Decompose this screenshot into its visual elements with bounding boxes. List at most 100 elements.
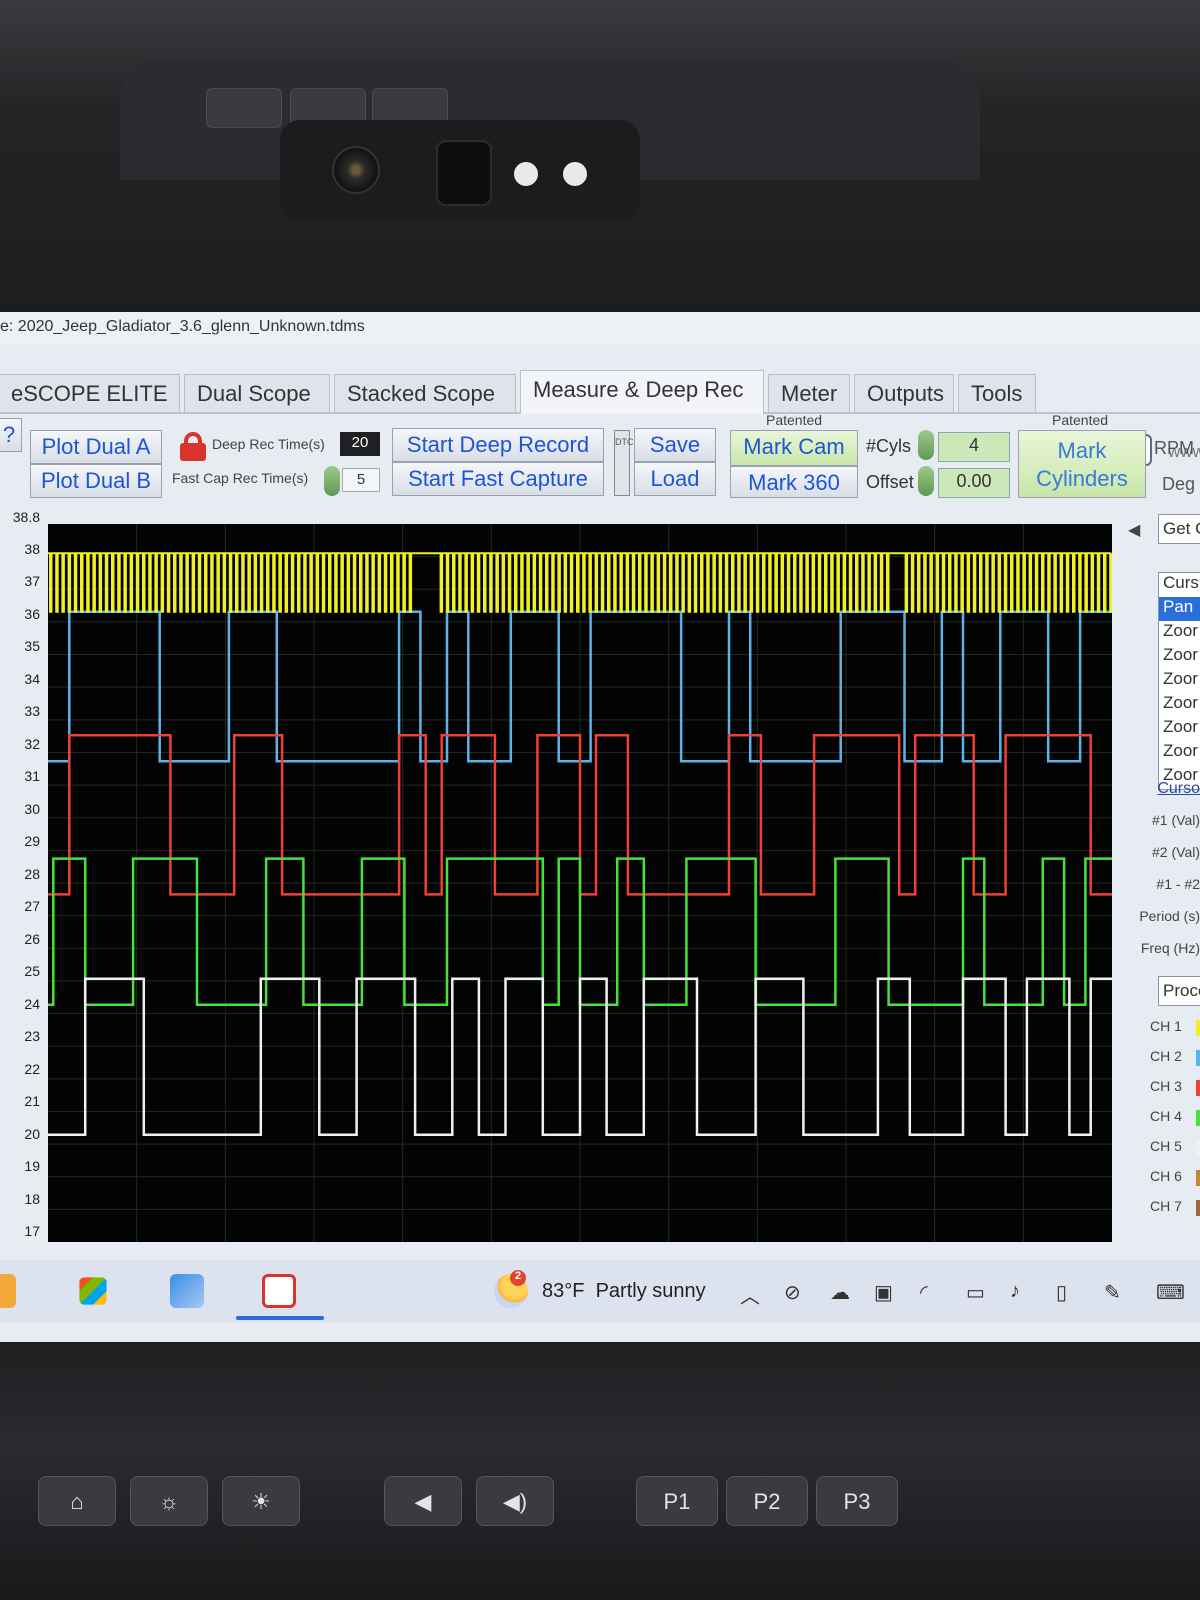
deg-label: Deg <box>1162 474 1196 494</box>
volume-up-icon: ◀) <box>502 1489 528 1514</box>
cursor-readout-label: #1 (Val) <box>1152 812 1200 828</box>
y-axis-tick: 34 <box>24 670 40 687</box>
offset-label: Offset <box>866 472 914 492</box>
camera-lens <box>332 146 380 194</box>
touch-keyboard-icon[interactable]: ⌨ <box>1156 1280 1185 1305</box>
channel-color-swatch[interactable] <box>1196 1140 1200 1156</box>
channel-color-swatch[interactable] <box>1196 1170 1200 1186</box>
right-panel: ◀ Get C CursPanZoorZoorZoorZoorZoorZoorZ… <box>1120 512 1200 1242</box>
y-axis-tick: 17 <box>24 1223 40 1240</box>
tab-stacked-scope[interactable]: Stacked Scope <box>334 374 516 412</box>
cursor-readout-label: Period (s) <box>1139 908 1200 924</box>
channel-label: CH 3 <box>1150 1078 1182 1094</box>
load-button[interactable]: Load <box>634 462 716 496</box>
save-button[interactable]: Save <box>634 428 716 462</box>
home-hw-button[interactable]: ⌂ <box>38 1476 116 1526</box>
cursor-mode-item[interactable]: Pan <box>1159 597 1200 621</box>
plot-dual-a-button[interactable]: Plot Dual A <box>30 430 162 464</box>
indicator-light <box>514 162 538 186</box>
taskbar: 2 83°F Partly sunny ︿ ⊘ ☁ ▣ ◜ ▭ ♪ ▯ ✎ ⌨ <box>0 1260 1200 1322</box>
wifi-icon[interactable]: ◜ <box>920 1280 928 1305</box>
cursor-mode-item[interactable]: Zoor <box>1159 621 1200 645</box>
volume-icon[interactable]: ♪ <box>1010 1280 1020 1303</box>
brightness-down-hw-button[interactable]: ☼ <box>130 1476 208 1526</box>
offset-spinner[interactable] <box>918 466 934 496</box>
start-fast-capture-button[interactable]: Start Fast Capture <box>392 462 604 496</box>
channel-color-swatch[interactable] <box>1196 1110 1200 1126</box>
tab-dual-scope[interactable]: Dual Scope <box>184 374 330 412</box>
cursor-mode-item[interactable]: Zoor <box>1159 693 1200 717</box>
fast-cap-rec-time-field[interactable]: 5 <box>342 468 380 492</box>
onedrive-icon[interactable]: ☁ <box>830 1280 850 1305</box>
process-button[interactable]: Proce <box>1158 976 1200 1006</box>
fast-cap-spinner[interactable] <box>324 466 340 496</box>
cursor-mode-item[interactable]: Zoor <box>1159 645 1200 669</box>
tab-measure-deep-rec[interactable]: Measure & Deep Rec <box>520 370 764 414</box>
channel-label: CH 6 <box>1150 1168 1182 1184</box>
store-icon[interactable] <box>79 1277 107 1305</box>
get-arrow-icon: ◀ <box>1128 522 1141 539</box>
rotate-hw-button[interactable] <box>206 88 282 128</box>
p2-hw-button[interactable]: P2 <box>726 1476 808 1526</box>
y-axis-tick: 24 <box>24 995 40 1012</box>
display-icon[interactable]: ▣ <box>874 1280 893 1305</box>
tab-escope-elite[interactable]: eSCOPE ELITE <box>0 374 180 412</box>
cursor-mode-item[interactable]: Zoor <box>1159 669 1200 693</box>
channel-color-swatch[interactable] <box>1196 1050 1200 1066</box>
patented-label: Patented <box>766 412 823 428</box>
tab-bar: eSCOPE ELITE Dual Scope Stacked Scope Me… <box>0 370 1200 466</box>
y-axis-tick: 25 <box>24 963 40 980</box>
battery-icon[interactable]: ▭ <box>966 1280 985 1305</box>
cursor-readout-label: #1 - #2 <box>1156 876 1200 892</box>
mark-cylinders-button[interactable]: Mark Cylinders <box>1018 430 1146 498</box>
channel-label: CH 1 <box>1150 1018 1182 1034</box>
tablet-icon[interactable]: ▯ <box>1056 1280 1067 1305</box>
volume-down-icon: ◀ <box>414 1489 432 1514</box>
tab-meter[interactable]: Meter <box>768 374 850 412</box>
cursor-mode-item[interactable]: Zoor <box>1159 717 1200 741</box>
mark-360-button[interactable]: Mark 360 <box>730 466 858 498</box>
folder-icon[interactable] <box>0 1274 16 1308</box>
offset-field[interactable]: 0.00 <box>938 468 1010 498</box>
y-axis-tick: 27 <box>24 898 40 915</box>
cyls-field[interactable]: 4 <box>938 432 1010 462</box>
p1-hw-button[interactable]: P1 <box>636 1476 718 1526</box>
volume-up-hw-button[interactable]: ◀) <box>476 1476 554 1526</box>
channel-color-swatch[interactable] <box>1196 1080 1200 1096</box>
weather-text: 83°F Partly sunny <box>542 1280 706 1303</box>
y-axis-tick: 28 <box>24 865 40 882</box>
channel-color-swatch[interactable] <box>1196 1200 1200 1216</box>
scope-canvas[interactable] <box>48 524 1113 1242</box>
camera-sensor <box>436 140 492 206</box>
p3-hw-button[interactable]: P3 <box>816 1476 898 1526</box>
channel-color-swatch[interactable] <box>1196 1020 1200 1036</box>
mail-icon[interactable] <box>170 1274 204 1308</box>
camera-off-icon[interactable]: ⊘ <box>784 1280 801 1305</box>
cursor-mode-item[interactable]: Zoor <box>1159 741 1200 765</box>
y-axis-tick: 32 <box>24 735 40 752</box>
chevron-up-icon[interactable]: ︿ <box>740 1280 760 1309</box>
y-axis-tick: 20 <box>24 1125 40 1142</box>
pen-icon[interactable]: ✎ <box>1104 1280 1121 1305</box>
get-button[interactable]: Get C <box>1158 514 1200 544</box>
start-deep-record-button[interactable]: Start Deep Record <box>392 428 604 462</box>
volume-down-hw-button[interactable]: ◀ <box>384 1476 462 1526</box>
escope-app-icon[interactable] <box>262 1274 296 1308</box>
mark-cam-button[interactable]: Mark Cam <box>730 430 858 466</box>
brightness-up-hw-button[interactable]: ☀ <box>222 1476 300 1526</box>
cursor-mode-list[interactable]: Curs Pan Zoor Zoor Zoor Zoor Zoor Zoor Zoor <box>1158 572 1200 790</box>
lock-icon[interactable] <box>180 432 206 461</box>
y-axis-tick: 36 <box>24 605 40 622</box>
tab-outputs[interactable]: Outputs <box>854 374 954 412</box>
plot-dual-b-button[interactable]: Plot Dual B <box>30 464 162 498</box>
rpm-label: RPM <box>1154 438 1194 458</box>
laptop-top-bezel <box>0 0 1200 312</box>
patented-label: Patented <box>1052 412 1109 428</box>
deep-rec-time-field[interactable]: 20 <box>340 432 380 456</box>
temperature: 83°F <box>542 1280 585 1302</box>
help-button[interactable]: ? <box>0 418 22 452</box>
cursor-mode-item[interactable]: Curs <box>1159 573 1200 597</box>
scope-plot: 38.8 38 37 36 35 34 33 32 31 30 29 28 27 26 25 24 23 22 2… <box>0 509 1113 1242</box>
cyls-spinner[interactable] <box>918 430 934 460</box>
tab-tools[interactable]: Tools <box>958 374 1036 412</box>
